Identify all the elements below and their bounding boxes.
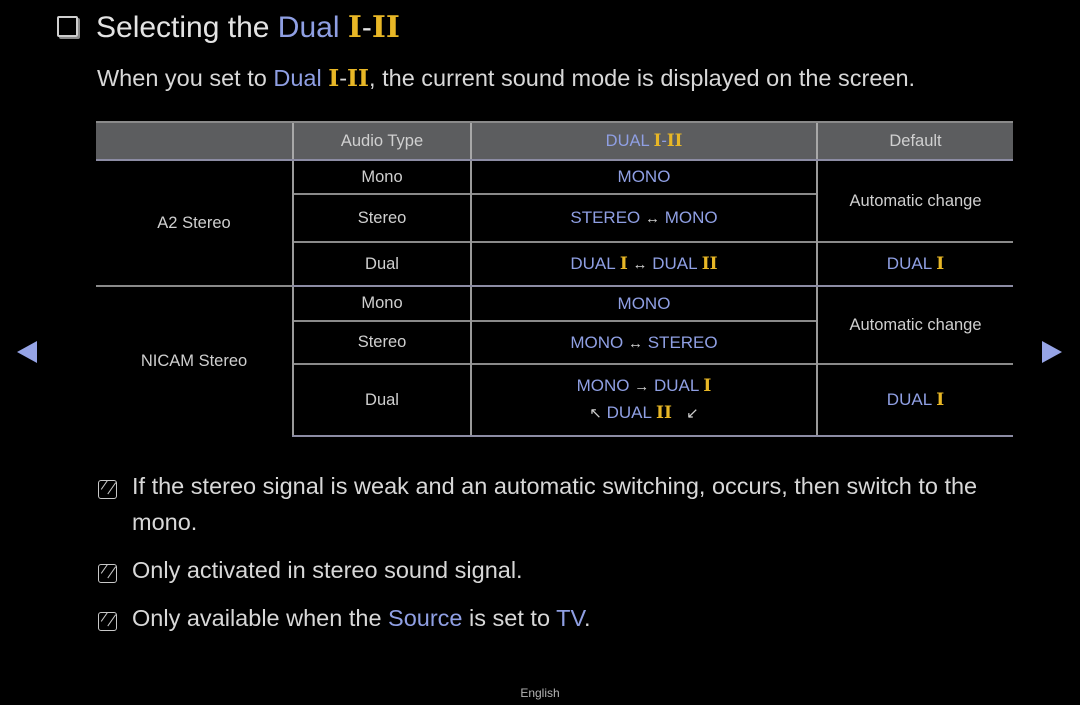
up-left-arrow-icon: ↖ (589, 405, 602, 422)
intro-numeral-1: I (328, 64, 340, 92)
title-prefix: Selecting the (96, 10, 270, 44)
note-icon (98, 612, 117, 631)
intro-sep: - (339, 65, 348, 91)
note-text: Only available when the Source is set to… (132, 600, 591, 636)
tv-term: TV (556, 605, 585, 631)
bidirectional-arrow-icon: ↔ (632, 256, 648, 273)
note-item: If the stereo signal is weak and an auto… (98, 473, 1018, 540)
audio-type-cell: Mono (292, 285, 471, 321)
note-item: Only available when the Source is set to… (98, 605, 591, 636)
audio-type-cell: Dual (292, 241, 471, 287)
source-term: Source (388, 605, 463, 631)
bidirectional-arrow-icon: ↔ (627, 334, 643, 352)
checkbox-bullet-icon (57, 16, 78, 37)
header-default: Default (816, 121, 1013, 161)
note-text: If the stereo signal is weak and an auto… (132, 473, 978, 535)
note-icon (98, 480, 117, 499)
note-item: Only activated in stereo sound signal. (98, 557, 523, 588)
mode-label: STEREO (647, 332, 718, 352)
mode-label: DUAL (606, 403, 652, 422)
default-cell: Automatic change (816, 285, 1013, 364)
mode-label: DUAL (653, 376, 699, 395)
next-page-arrow-icon[interactable] (1042, 341, 1062, 363)
bidirectional-arrow-icon: ↔ (645, 210, 660, 227)
mode-label: DUAL (652, 254, 697, 273)
title-numeral-1: I (347, 10, 362, 45)
mode-numeral: I (619, 254, 628, 274)
mode-label: MONO (570, 332, 624, 352)
group-name: NICAM Stereo (96, 285, 293, 436)
header-dual: DUAL I-II (470, 121, 817, 161)
mode-label: MONO (576, 376, 630, 395)
audio-type-cell: Mono (292, 159, 471, 194)
mode-label: MONO (664, 208, 718, 227)
dual-mode-cell: MONO (470, 159, 817, 194)
note-icon (98, 564, 117, 583)
down-left-arrow-icon: ↙ (686, 405, 699, 422)
mode-label: DUAL (570, 254, 616, 273)
audio-type-cell: Stereo (292, 193, 471, 242)
group-name: A2 Stereo (96, 159, 293, 286)
header-dual-label: DUAL (605, 132, 650, 150)
dual-mode-cell: MONO (470, 285, 817, 321)
mode-numeral: I (936, 254, 945, 274)
mode-numeral: I (936, 390, 945, 410)
mode-label: DUAL (886, 390, 932, 409)
table-row: A2 Stereo Mono MONO Automatic change (96, 159, 1013, 286)
audio-type-cell: Dual (292, 363, 471, 437)
intro-dual: Dual (273, 65, 322, 91)
header-dual-num2: II (666, 131, 683, 150)
audio-type-cell: Stereo (292, 320, 471, 364)
mode-numeral: II (656, 403, 672, 423)
footer-language: English (520, 686, 560, 700)
note-text: Only activated in stereo sound signal. (132, 557, 523, 583)
title-numeral-2: II (371, 10, 400, 45)
mode-label: MONO (617, 293, 671, 313)
dual-mode-cell: MONO ↔ STEREO (470, 320, 817, 364)
default-cell: Automatic change (816, 159, 1013, 242)
mode-numeral: I (703, 376, 712, 396)
page-title: Selecting the Dual I - II (57, 10, 400, 45)
audio-mode-table: Audio Type DUAL I-II Default A2 Stereo M… (96, 121, 1013, 437)
intro-text: When you set to Dual I-II, the current s… (97, 64, 915, 92)
title-dual: Dual (277, 10, 340, 44)
header-audio-type: Audio Type (292, 121, 471, 161)
intro-before: When you set to (97, 65, 274, 91)
default-cell: DUAL I (816, 363, 1013, 437)
title-sep: - (361, 10, 372, 44)
intro-after: , the current sound mode is displayed on… (369, 65, 916, 91)
note-before: Only available when the (132, 605, 389, 631)
table-row: NICAM Stereo Mono MONO Automatic change (96, 285, 1013, 436)
prev-page-arrow-icon[interactable] (17, 341, 37, 363)
note-middle: is set to (462, 605, 557, 631)
table-header-row: Audio Type DUAL I-II Default (96, 121, 1013, 161)
header-empty (96, 121, 293, 161)
mode-label: STEREO (570, 208, 641, 227)
mode-label: DUAL (886, 254, 932, 273)
dual-mode-cell: STEREO ↔ MONO (470, 193, 817, 242)
dual-mode-cell: DUAL I ↔ DUAL II (470, 241, 817, 287)
default-cell: DUAL I (816, 241, 1013, 287)
note-after: . (584, 605, 591, 631)
intro-numeral-2: II (347, 64, 370, 92)
right-arrow-icon: → (634, 378, 650, 395)
mode-label: MONO (617, 167, 671, 186)
mode-numeral: II (701, 254, 718, 274)
dual-mode-cell: MONO → DUAL I ↖ DUAL II ↙ (470, 363, 817, 437)
